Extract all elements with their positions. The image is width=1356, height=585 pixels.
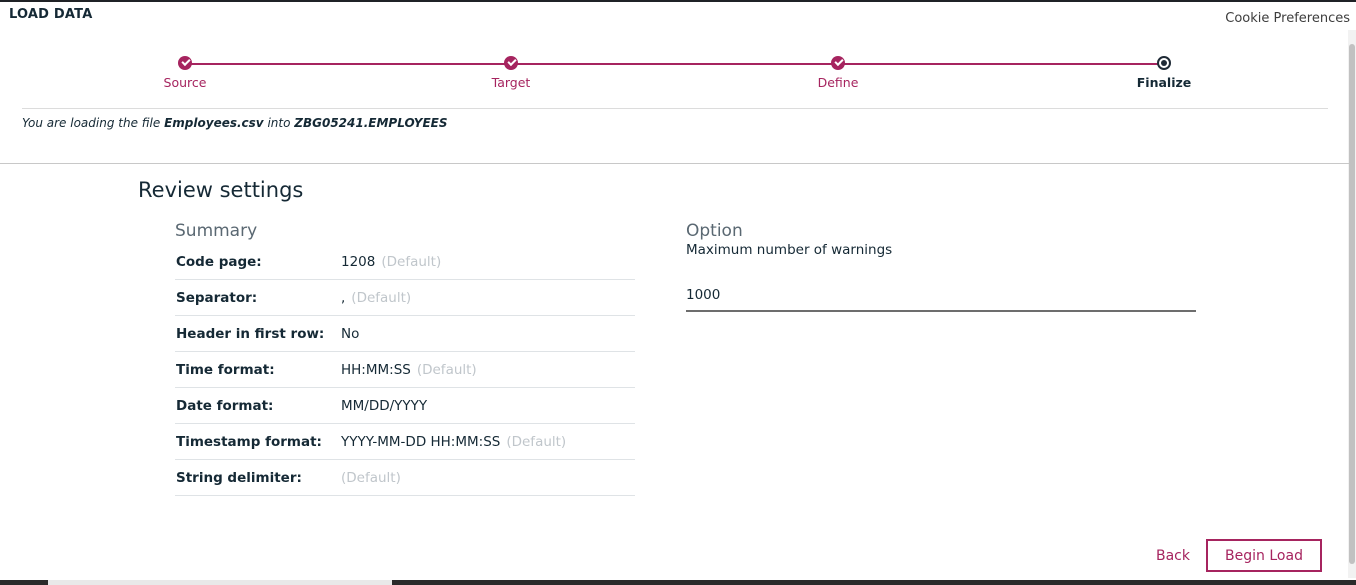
info-middle: into: [267, 116, 291, 130]
value-text: ,: [341, 290, 346, 306]
default-note: (Default): [341, 470, 401, 486]
row-label: Time format:: [176, 362, 275, 378]
bottom-edge-segment: [48, 580, 392, 585]
max-warnings-label: Maximum number of warnings: [686, 242, 893, 258]
step-target: Target: [431, 56, 591, 90]
row-label: Timestamp format:: [176, 434, 322, 450]
summary-table: Code page: 1208 (Default) Separator: , (De…: [175, 244, 635, 496]
info-prefix: You are loading the file: [22, 116, 161, 130]
step-label: Target: [491, 75, 531, 90]
value-text: 1208: [341, 254, 376, 270]
window-top-border: [0, 0, 1356, 2]
summary-row: Code page: 1208 (Default): [175, 244, 635, 280]
step-label: Define: [817, 75, 859, 90]
scrollbar-thumb[interactable]: [1349, 44, 1355, 564]
default-note: (Default): [506, 434, 567, 450]
load-info-text: You are loading the file Employees.csv i…: [22, 116, 448, 130]
row-label: Date format:: [176, 398, 274, 414]
step-label: Finalize: [1136, 75, 1192, 90]
default-note: (Default): [381, 254, 442, 270]
cookie-preferences-link[interactable]: Cookie Preferences: [1225, 11, 1350, 26]
row-value: MM/DD/YYYY: [341, 398, 433, 414]
max-warnings-input[interactable]: [686, 280, 1196, 312]
checkmark-icon: [178, 56, 192, 70]
bottom-edge: [0, 580, 1356, 585]
begin-load-button[interactable]: Begin Load: [1206, 539, 1322, 572]
progress-track: [185, 63, 1164, 65]
summary-row: Header in first row: No: [175, 316, 635, 352]
row-value: (Default): [341, 470, 401, 486]
step-source: Source: [105, 56, 265, 90]
summary-row: Time format: HH:MM:SS (Default): [175, 352, 635, 388]
row-value: YYYY-MM-DD HH:MM:SS (Default): [341, 434, 566, 450]
row-value: , (Default): [341, 290, 411, 306]
value-text: MM/DD/YYYY: [341, 398, 428, 414]
divider: [0, 163, 1349, 164]
summary-heading: Summary: [175, 221, 258, 241]
row-label: Separator:: [176, 290, 258, 306]
section-title: Review settings: [138, 178, 304, 202]
source-file-name: Employees.csv: [164, 116, 264, 130]
value-text: HH:MM:SS: [341, 362, 411, 378]
default-note: (Default): [416, 362, 477, 378]
page-title: LOAD DATA: [9, 7, 93, 22]
step-label: Source: [163, 75, 207, 90]
summary-row: String delimiter: (Default): [175, 460, 635, 496]
row-value: No: [341, 326, 365, 342]
checkmark-icon: [831, 56, 845, 70]
value-text: YYYY-MM-DD HH:MM:SS: [341, 434, 501, 450]
divider: [22, 108, 1328, 109]
row-label: Code page:: [176, 254, 262, 270]
summary-row: Date format: MM/DD/YYYY: [175, 388, 635, 424]
step-define: Define: [758, 56, 918, 90]
progress-indicator: Source Target Define Finalize: [0, 50, 1356, 100]
step-finalize: Finalize: [1084, 56, 1244, 90]
row-value: 1208 (Default): [341, 254, 441, 270]
summary-row: Timestamp format: YYYY-MM-DD HH:MM:SS (De…: [175, 424, 635, 460]
value-text: No: [341, 326, 360, 342]
row-label: Header in first row:: [176, 326, 325, 342]
checkmark-icon: [504, 56, 518, 70]
current-step-icon: [1157, 56, 1171, 70]
row-value: HH:MM:SS (Default): [341, 362, 477, 378]
option-heading: Option: [686, 221, 743, 241]
target-table-name: ZBG05241.EMPLOYEES: [294, 116, 448, 130]
row-label: String delimiter:: [176, 470, 302, 486]
summary-row: Separator: , (Default): [175, 280, 635, 316]
back-button[interactable]: Back: [1148, 539, 1198, 573]
default-note: (Default): [351, 290, 412, 306]
